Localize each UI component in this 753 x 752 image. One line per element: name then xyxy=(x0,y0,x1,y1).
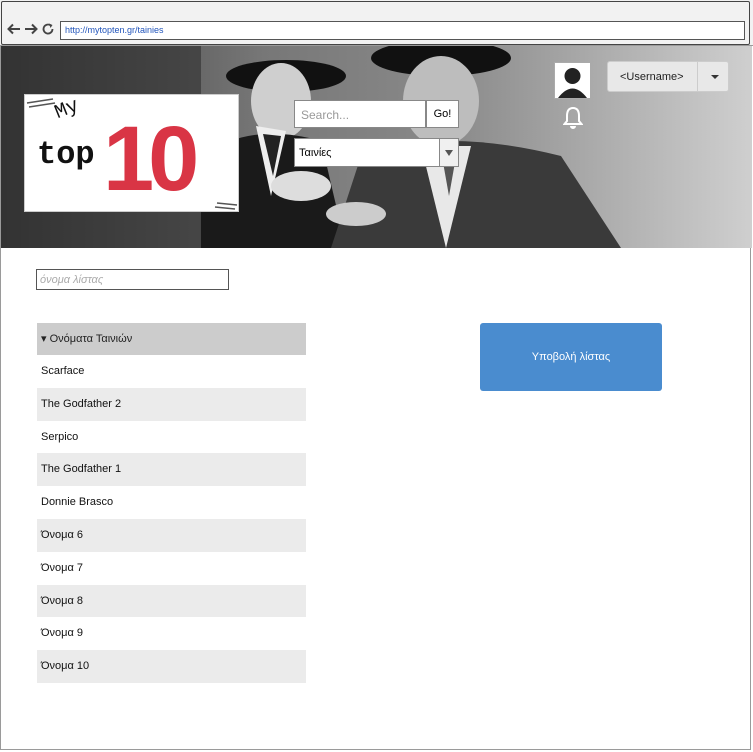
url-bar[interactable]: http://mytopten.gr/tainies xyxy=(60,21,745,40)
list-item[interactable]: Όνομα 8 xyxy=(37,584,306,618)
logo-top-text: top xyxy=(37,136,95,173)
username-label: <Username> xyxy=(620,71,684,83)
submit-list-button[interactable]: Υποβολή λίστας xyxy=(480,323,662,391)
browser-toolbar: http://mytopten.gr/tainies xyxy=(0,0,753,46)
list-item[interactable]: Όνομα 9 xyxy=(37,617,306,651)
arrow-right-icon[interactable] xyxy=(24,22,38,36)
reload-icon[interactable] xyxy=(41,22,55,36)
list-item[interactable]: Serpico xyxy=(37,420,306,454)
chevron-down-icon[interactable] xyxy=(439,139,458,166)
movie-list: ▾ Ονόματα Ταινιών Scarface The Godfather… xyxy=(37,323,306,683)
list-item[interactable]: Scarface xyxy=(37,355,306,388)
list-item[interactable]: Donnie Brasco xyxy=(37,486,306,519)
caret-down-icon[interactable] xyxy=(711,75,719,79)
logo[interactable]: My top 10 xyxy=(24,94,239,212)
category-select[interactable]: Ταινίες xyxy=(294,138,459,167)
dropdown-divider xyxy=(697,62,698,91)
user-avatar-icon[interactable] xyxy=(554,62,591,99)
list-item[interactable]: The Godfather 2 xyxy=(37,387,306,421)
search-button[interactable]: Go! xyxy=(426,100,459,128)
list-item[interactable]: Όνομα 6 xyxy=(37,518,306,552)
bell-icon[interactable] xyxy=(562,106,584,130)
search-input[interactable]: Search... xyxy=(294,100,426,128)
logo-ten-text: 10 xyxy=(103,108,196,210)
category-select-value: Ταινίες xyxy=(299,147,332,159)
list-item[interactable]: Όνομα 10 xyxy=(37,650,306,683)
arrow-left-icon[interactable] xyxy=(7,22,21,36)
logo-my-text: My xyxy=(52,95,83,125)
movie-list-header[interactable]: ▾ Ονόματα Ταινιών xyxy=(37,323,306,355)
list-item[interactable]: Όνομα 7 xyxy=(37,551,306,585)
list-item[interactable]: The Godfather 1 xyxy=(37,453,306,487)
list-name-input[interactable]: όνομα λίστας xyxy=(36,269,229,290)
user-dropdown[interactable]: <Username> xyxy=(607,61,729,92)
